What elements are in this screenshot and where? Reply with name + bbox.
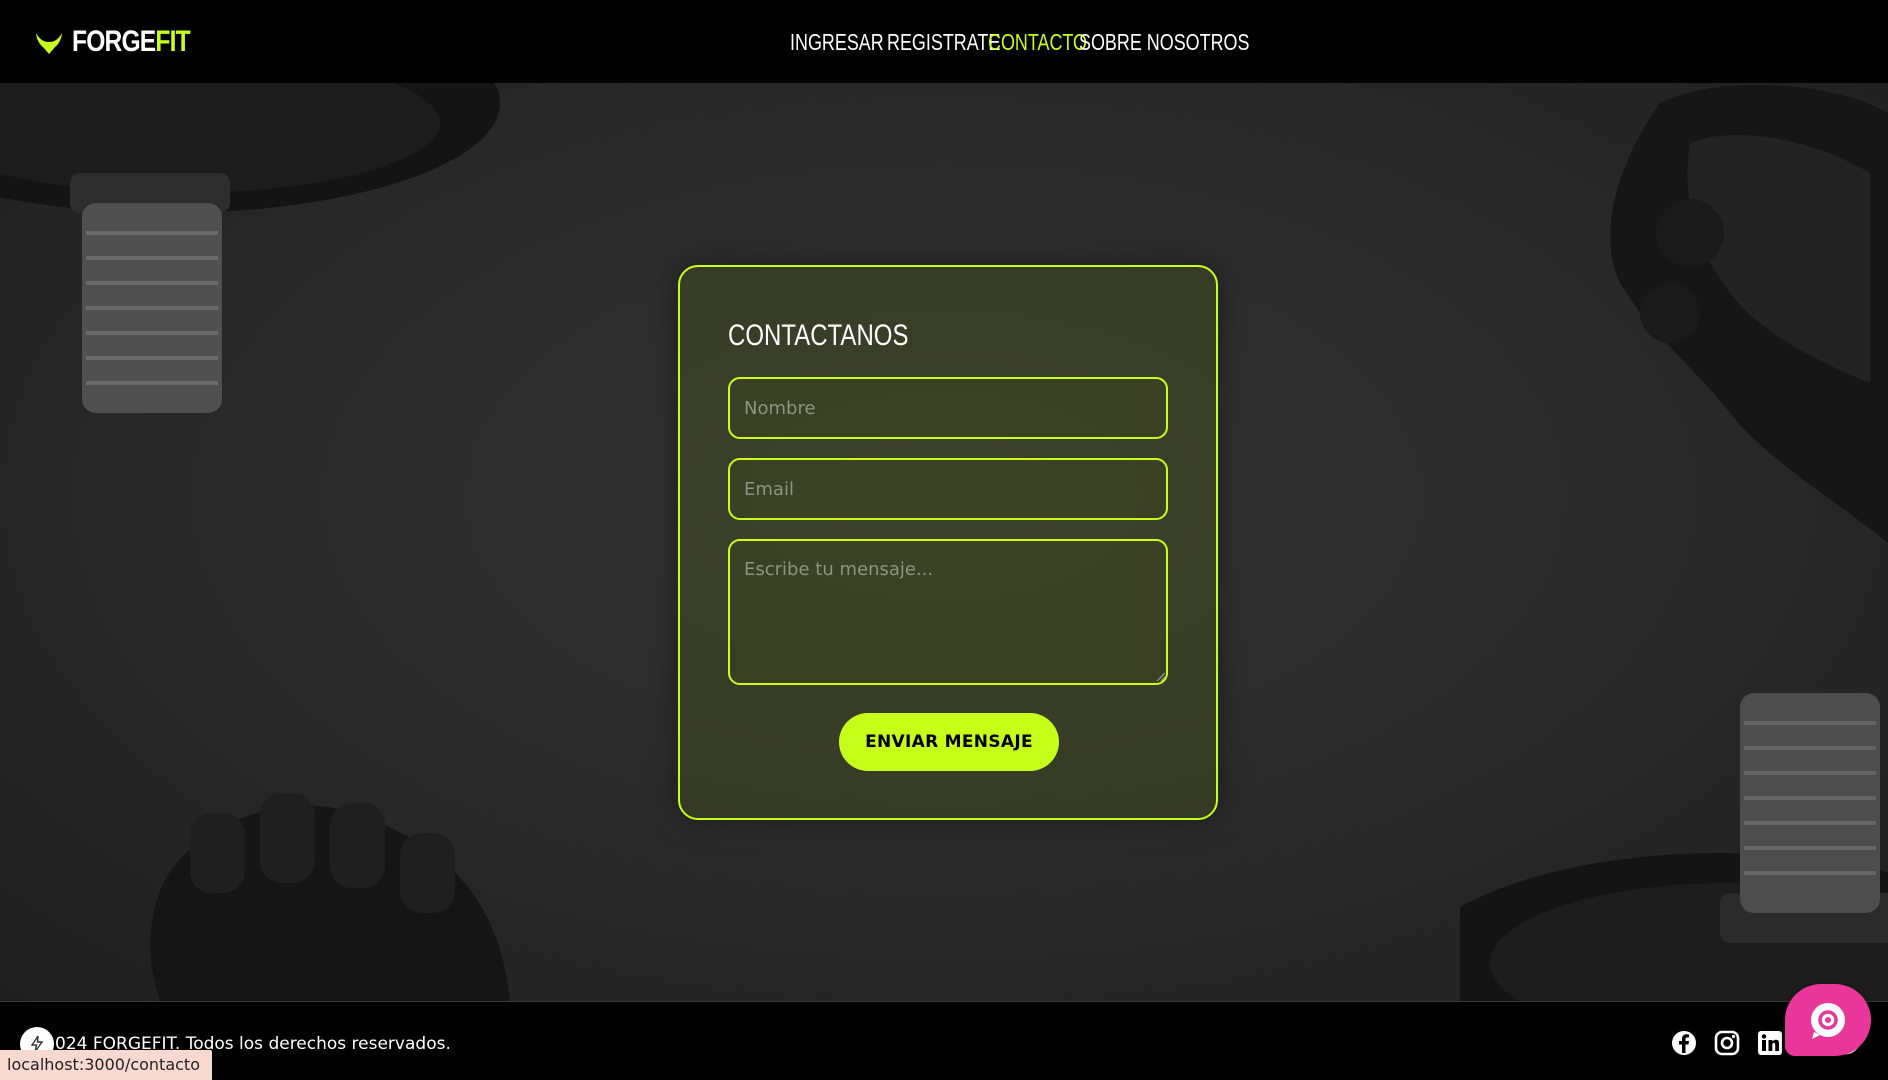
nav-contacto[interactable]: CONTACTO	[988, 29, 1087, 56]
glove-image-bottom-left	[150, 793, 511, 1001]
horns-icon	[36, 33, 62, 54]
brand-logo[interactable]: FORGEFIT	[34, 22, 216, 62]
dumbbell-image-top-left	[0, 83, 500, 413]
status-bar-url: localhost:3000/contacto	[0, 1050, 212, 1080]
nav-sobre-nosotros[interactable]: SOBRE NOSOTROS	[1079, 29, 1249, 56]
site-footer: 024 FORGEFIT. Todos los derechos reserva…	[0, 1001, 1888, 1080]
resize-handle-icon[interactable]	[1156, 672, 1166, 682]
contact-form-card: CONTACTANOS ENVIAR MENSAJE	[678, 265, 1218, 820]
main-nav: INGRESAR REGISTRATE CONTACTO SOBRE NOSOT…	[790, 22, 1249, 62]
glove-image-top-right	[1610, 84, 1888, 543]
dumbbell-image-bottom-right	[1460, 693, 1888, 1001]
email-input[interactable]	[728, 458, 1168, 520]
brand-name-fit: FIT	[155, 25, 190, 58]
top-navbar: FORGEFIT INGRESAR REGISTRATE CONTACTO SO…	[0, 0, 1888, 83]
message-textarea[interactable]	[728, 539, 1168, 685]
instagram-icon[interactable]	[1713, 1029, 1741, 1057]
linkedin-icon[interactable]	[1756, 1029, 1784, 1057]
nav-ingresar[interactable]: INGRESAR	[790, 29, 884, 56]
send-message-button[interactable]: ENVIAR MENSAJE	[839, 713, 1059, 771]
name-input[interactable]	[728, 377, 1168, 439]
help-chat-button[interactable]	[1785, 984, 1871, 1056]
nav-registrate[interactable]: REGISTRATE	[887, 29, 1000, 56]
brand-name-forge: FORGE	[72, 25, 156, 58]
facebook-icon[interactable]	[1670, 1029, 1698, 1057]
brand-name: FORGEFIT	[72, 22, 191, 62]
chat-support-icon	[1811, 1003, 1845, 1039]
contact-title: CONTACTANOS	[728, 319, 909, 352]
